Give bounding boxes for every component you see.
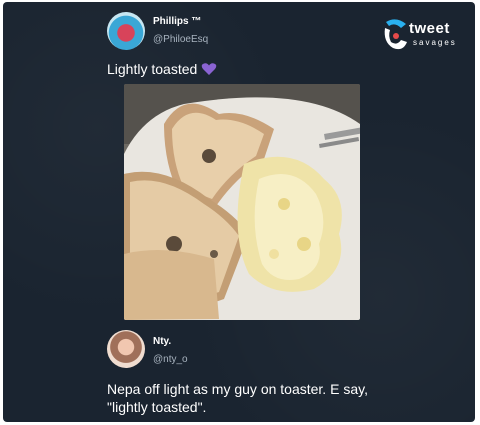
author-handle[interactable]: @PhiloeEsq: [153, 34, 208, 45]
tweet-image[interactable]: [124, 84, 360, 320]
purple-heart-icon: [201, 63, 217, 75]
tweet-body: Lightly toasted: [107, 61, 198, 77]
meme-card: tweet savages Phillips ™ @PhiloeEsq Ligh…: [3, 2, 475, 422]
reply-text-line1: Nepa off light as my guy on toaster. E s…: [107, 381, 368, 397]
logo-word: tweet: [409, 20, 450, 37]
author-name[interactable]: Nty.: [153, 336, 171, 347]
logo-subword: savages: [413, 38, 457, 47]
bird-icon: [384, 19, 407, 50]
avatar[interactable]: [107, 12, 145, 50]
toast-eggs-photo: [124, 84, 360, 320]
author-name[interactable]: Phillips ™: [153, 16, 201, 27]
avatar[interactable]: [107, 330, 145, 368]
tweet-savages-logo: tweet savages: [381, 14, 473, 58]
tweet-text: Lightly toasted: [107, 60, 217, 78]
author-handle[interactable]: @nty_o: [153, 354, 188, 365]
reply-text-line2: "lightly toasted".: [107, 399, 207, 415]
